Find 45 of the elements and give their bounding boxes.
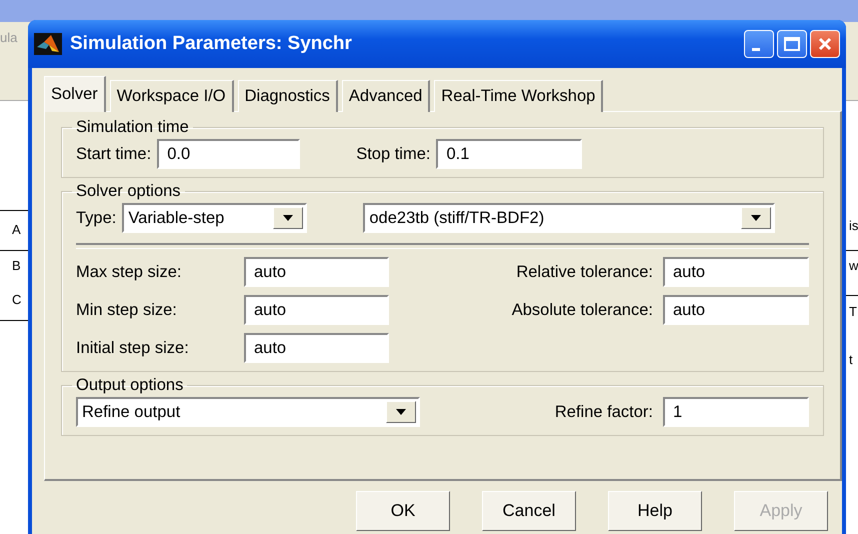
background-text: A	[12, 222, 21, 237]
background-text: T	[849, 304, 857, 319]
dialog-button[interactable]: OK	[356, 491, 450, 531]
input-field[interactable]: auto	[244, 333, 389, 363]
field-label: Start time:	[76, 144, 152, 164]
field-label: Max step size:	[76, 262, 182, 282]
tab[interactable]: Diagnostics	[238, 80, 338, 112]
field-label: Type:	[76, 208, 116, 228]
field-label: Refine factor:	[554, 402, 653, 422]
dialog-button[interactable]: Cancel	[482, 491, 576, 531]
background-text: is	[849, 218, 858, 233]
input-field[interactable]: auto	[663, 295, 809, 325]
field-label: Min step size:	[76, 300, 178, 320]
field-label: Relative tolerance:	[516, 262, 653, 282]
tab[interactable]: Solver	[44, 76, 106, 112]
field-label: Absolute tolerance:	[512, 300, 653, 320]
group-title: Simulation time	[75, 118, 190, 137]
close-button[interactable]	[810, 30, 840, 58]
window-title: Simulation Parameters: Synchr	[70, 33, 353, 55]
maximize-icon	[784, 37, 800, 51]
tab[interactable]: Advanced	[342, 80, 430, 112]
close-icon	[817, 36, 833, 52]
type-dropdown[interactable]: Variable-step	[122, 203, 308, 233]
field-label: Initial step size:	[76, 338, 190, 358]
background-text: B	[12, 258, 21, 273]
maximize-button[interactable]	[777, 30, 807, 58]
tab[interactable]: Workspace I/O	[110, 80, 234, 112]
group-title: Output options	[75, 376, 184, 395]
minimize-button[interactable]	[744, 30, 774, 58]
start-time-field[interactable]: 0.0	[157, 139, 300, 169]
background-text: t	[849, 352, 853, 367]
stop-time-field[interactable]: 0.1	[436, 139, 582, 169]
minimize-icon	[752, 48, 760, 50]
refine-factor-field[interactable]: 1	[663, 397, 809, 427]
output-dropdown[interactable]: Refine output	[76, 397, 420, 427]
background-text: ula	[0, 30, 18, 45]
solver-dropdown[interactable]: ode23tb (stiff/TR-BDF2)	[363, 203, 776, 233]
input-field[interactable]: auto	[244, 257, 389, 287]
background-text: C	[12, 292, 22, 307]
dialog-button[interactable]: Help	[608, 491, 702, 531]
tab[interactable]: Real-Time Workshop	[434, 80, 604, 112]
input-field[interactable]: auto	[244, 295, 389, 325]
group-title: Solver options	[75, 182, 182, 201]
input-field[interactable]: auto	[663, 257, 809, 287]
field-label: Stop time:	[356, 144, 430, 164]
